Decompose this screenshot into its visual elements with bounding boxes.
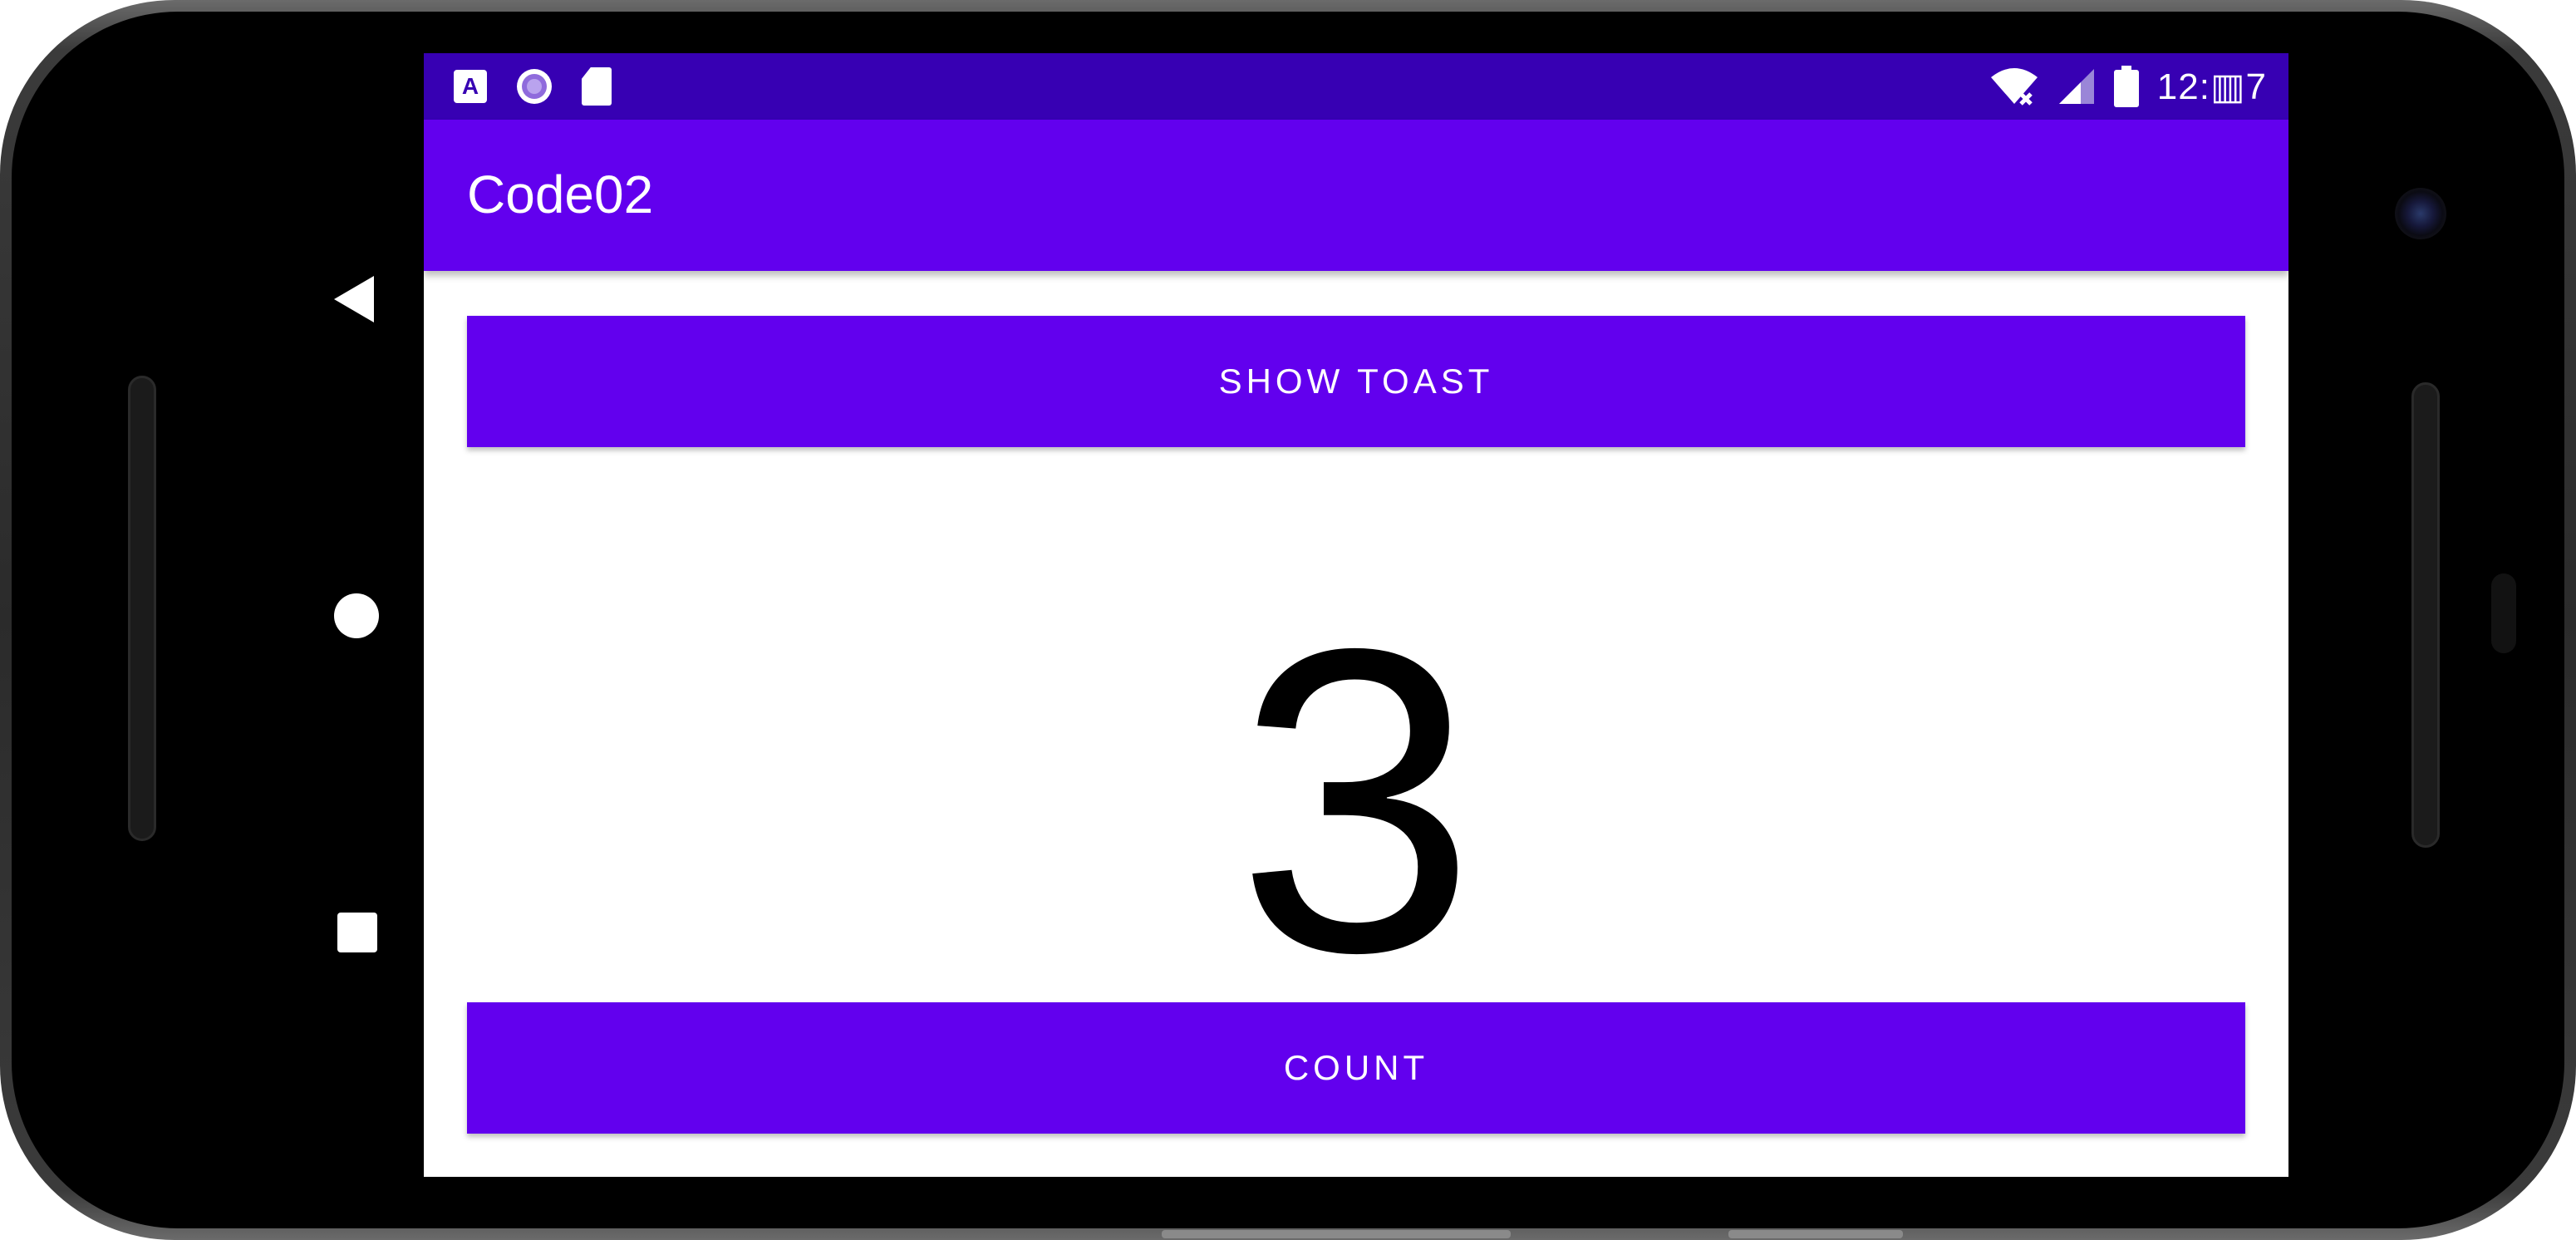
right-speaker-grille: [2411, 382, 2440, 848]
home-circle-icon[interactable]: [334, 593, 379, 638]
volume-button: [1162, 1230, 1511, 1238]
app-screen: A 12:▥7 Code02 SHOW TOAST 3 COUNT: [424, 53, 2288, 1177]
status-bar: A 12:▥7: [424, 53, 2288, 120]
count-button[interactable]: COUNT: [467, 1002, 2245, 1134]
front-camera-icon: [2395, 188, 2446, 239]
power-button: [1728, 1230, 1903, 1238]
status-bar-notification-icons: A: [454, 65, 612, 108]
proximity-sensor: [2491, 573, 2516, 653]
sd-card-icon: [582, 67, 612, 106]
status-bar-system-icons: 12:▥7: [1989, 60, 2267, 113]
back-triangle-icon[interactable]: [334, 276, 374, 322]
show-toast-button[interactable]: SHOW TOAST: [467, 316, 2245, 447]
count-display: 3: [1236, 559, 1477, 1042]
app-title: Code02: [467, 165, 654, 224]
status-bar-time: 12:▥7: [2156, 66, 2267, 107]
font-a-icon: A: [454, 70, 487, 103]
recents-square-icon[interactable]: [337, 913, 377, 952]
wifi-no-internet-icon: [1990, 68, 2038, 106]
signal-icon: [2058, 69, 2094, 104]
app-bar: Code02: [424, 120, 2288, 271]
battery-icon: [2113, 66, 2139, 107]
left-speaker-grille: [128, 376, 156, 841]
circle-app-icon: [517, 69, 552, 104]
stage: A 12:▥7 Code02 SHOW TOAST 3 COUNT: [0, 0, 2576, 1240]
